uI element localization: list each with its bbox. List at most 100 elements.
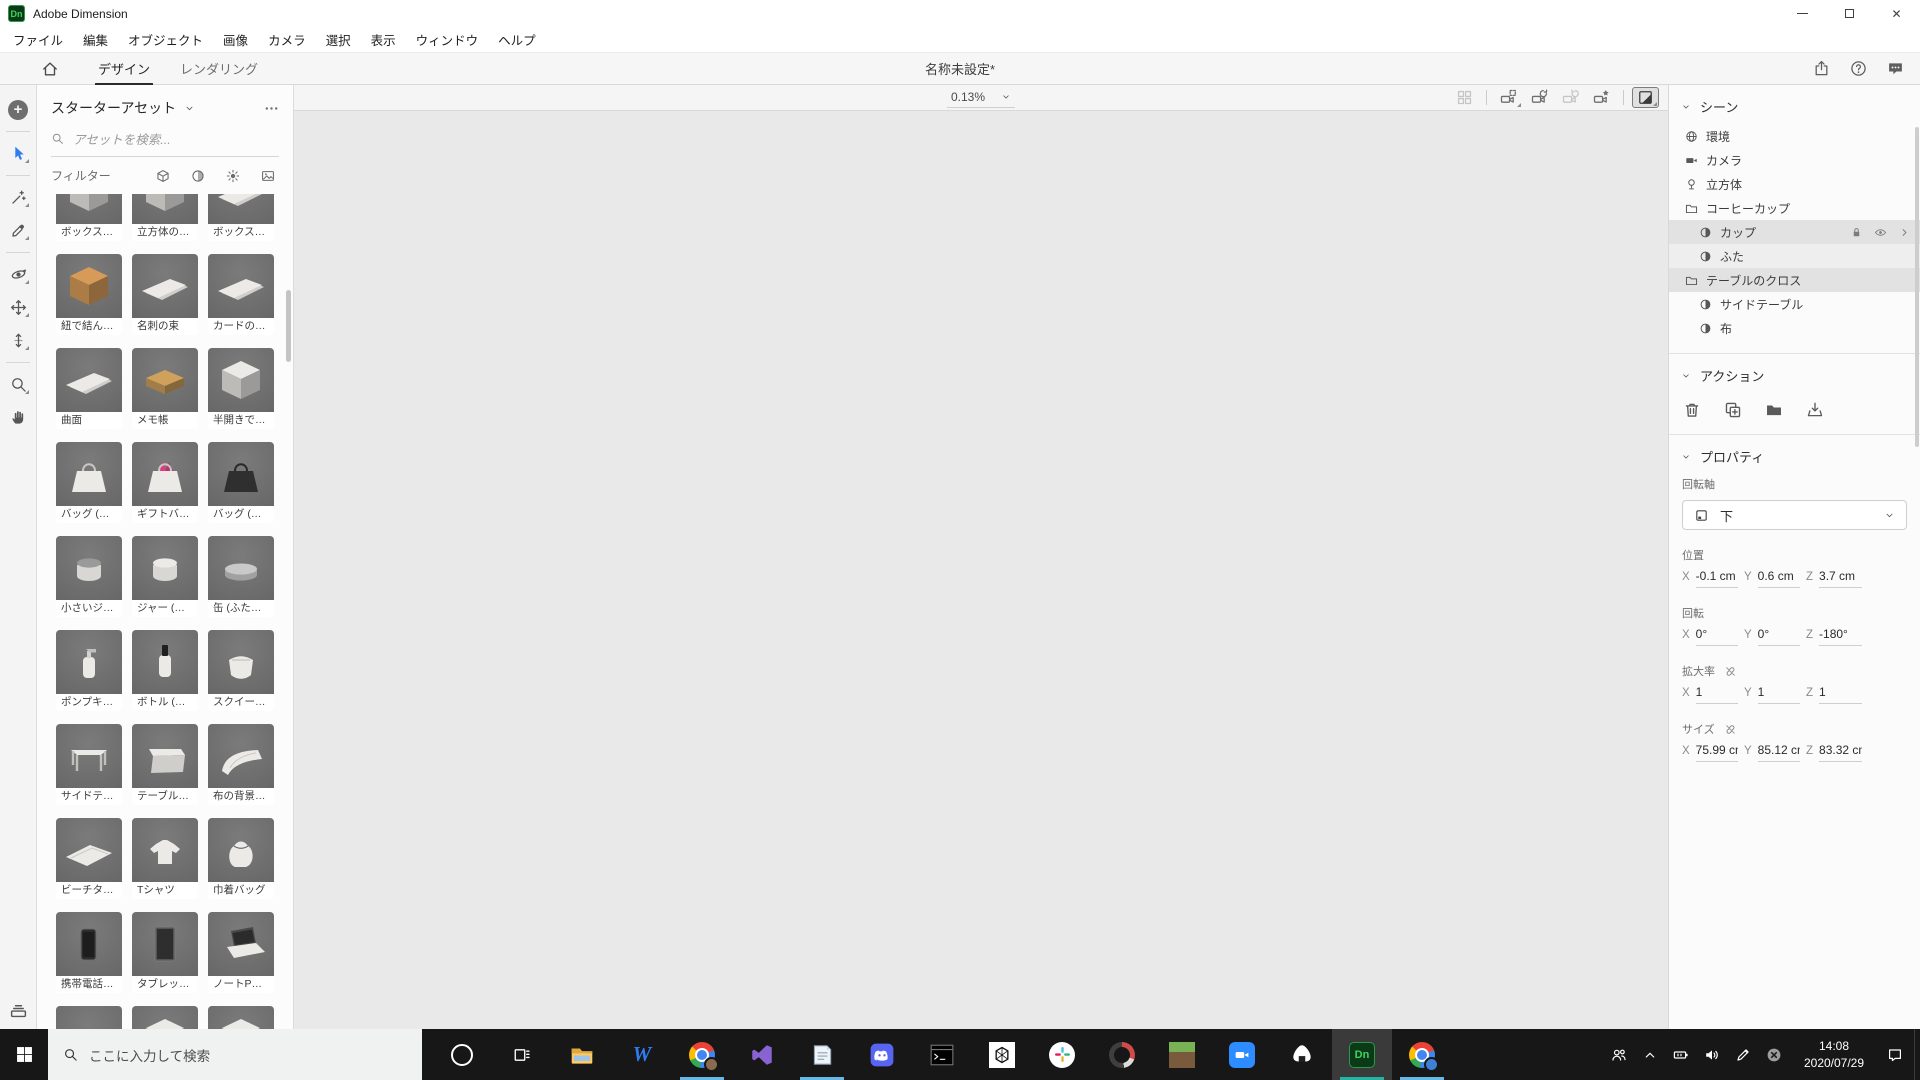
scene-node-3[interactable]: コーヒーカップ xyxy=(1669,196,1920,220)
taskbar-app-unity[interactable] xyxy=(972,1029,1032,1080)
select-tool[interactable] xyxy=(3,137,33,170)
asset-item[interactable]: サイドテ… xyxy=(56,724,122,805)
axis-field-x[interactable]: X -0.1 cm xyxy=(1682,569,1744,588)
axis-field-z[interactable]: Z 83.32 cm xyxy=(1806,743,1868,762)
chevron-down-icon[interactable] xyxy=(184,103,195,114)
tray-people[interactable] xyxy=(1603,1029,1634,1080)
viewport-canvas[interactable] xyxy=(294,111,1668,1029)
asset-item[interactable] xyxy=(132,1006,198,1029)
asset-item[interactable]: 小さいジ… xyxy=(56,536,122,617)
axis-field-x[interactable]: X 0° xyxy=(1682,627,1744,646)
asset-item[interactable]: 缶 (ふた… xyxy=(208,536,274,617)
taskbar-app-adobe-dimension[interactable]: Dn xyxy=(1332,1029,1392,1080)
rotation-axis-select[interactable]: 下 xyxy=(1682,500,1907,530)
axis-field-x[interactable]: X 75.99 cm xyxy=(1682,743,1744,762)
scene-node-5[interactable]: ふた xyxy=(1669,244,1920,268)
axis-field-z[interactable]: Z -180° xyxy=(1806,627,1868,646)
asset-item[interactable]: ノートP… xyxy=(208,912,274,993)
show-desktop-button[interactable] xyxy=(1914,1029,1920,1080)
menu-item-2[interactable]: オブジェクト xyxy=(118,30,213,49)
filter-lights-icon[interactable] xyxy=(226,169,240,183)
taskbar-app-slack[interactable] xyxy=(1032,1029,1092,1080)
properties-section-header[interactable]: プロパティ xyxy=(1669,435,1920,472)
scene-node-2[interactable]: 立方体 xyxy=(1669,172,1920,196)
asset-item[interactable]: カードの… xyxy=(208,254,274,335)
asset-item[interactable]: ビーチタ… xyxy=(56,818,122,899)
menu-item-5[interactable]: 選択 xyxy=(316,30,361,49)
taskbar-app-terminal[interactable] xyxy=(912,1029,972,1080)
asset-item[interactable]: 名刺の束 xyxy=(132,254,198,335)
axis-field-y[interactable]: Y 0.6 cm xyxy=(1744,569,1806,588)
asset-item[interactable]: スクイー… xyxy=(208,630,274,711)
asset-item[interactable]: ボトル (… xyxy=(132,630,198,711)
actions-section-header[interactable]: アクション xyxy=(1669,354,1920,391)
asset-item[interactable]: バッグ (… xyxy=(56,442,122,523)
taskbar-app-chrome-profile-2[interactable] xyxy=(1392,1029,1452,1080)
chevron-right-icon[interactable] xyxy=(1898,226,1911,239)
export-object-icon[interactable] xyxy=(1806,401,1824,419)
lock-icon[interactable] xyxy=(1850,226,1863,239)
asset-item[interactable]: 曲面 xyxy=(56,348,122,429)
dolly-tool[interactable] xyxy=(3,324,33,357)
axis-field-y[interactable]: Y1 xyxy=(1744,685,1806,704)
asset-item[interactable]: テーブル… xyxy=(132,724,198,805)
taskbar-app-notepad[interactable] xyxy=(792,1029,852,1080)
axis-field-x[interactable]: X1 xyxy=(1682,685,1744,704)
taskbar-app-perf-ring-app[interactable] xyxy=(1092,1029,1152,1080)
hand-tool[interactable] xyxy=(3,401,33,434)
zoom-tool[interactable] xyxy=(3,368,33,401)
taskbar-app-task-view[interactable] xyxy=(492,1029,552,1080)
action-center-button[interactable] xyxy=(1879,1029,1910,1080)
asset-item[interactable]: ギフトバ… xyxy=(132,442,198,523)
tray-volume[interactable] xyxy=(1696,1029,1727,1080)
duplicate-object-icon[interactable] xyxy=(1724,401,1742,419)
scene-node-1[interactable]: カメラ xyxy=(1669,148,1920,172)
asset-item[interactable]: 半開きで… xyxy=(208,348,274,429)
zoom-control[interactable]: 0.13% xyxy=(946,87,1016,108)
asset-item[interactable]: ボックス… xyxy=(56,194,122,241)
taskbar-app-discord[interactable] xyxy=(852,1029,912,1080)
asset-item[interactable]: 携帯電話… xyxy=(56,912,122,993)
asset-item[interactable]: タブレッ… xyxy=(132,912,198,993)
menu-item-0[interactable]: ファイル xyxy=(3,30,73,49)
asset-item[interactable]: 布の背景… xyxy=(208,724,274,805)
asset-item[interactable]: 巾着バッグ xyxy=(208,818,274,899)
tab-design[interactable]: デザイン xyxy=(83,53,165,85)
menu-item-3[interactable]: 画像 xyxy=(213,30,258,49)
unlink-icon[interactable] xyxy=(1724,723,1737,736)
menu-item-6[interactable]: 表示 xyxy=(361,30,406,49)
taskbar-app-cortana[interactable] xyxy=(432,1029,492,1080)
tray-battery[interactable] xyxy=(1665,1029,1696,1080)
sampler-tool[interactable] xyxy=(3,214,33,247)
scene-scrollbar[interactable] xyxy=(1915,127,1919,447)
menu-item-8[interactable]: ヘルプ xyxy=(488,30,546,49)
taskbar-app-zoom-app[interactable] xyxy=(1212,1029,1272,1080)
filter-materials-icon[interactable] xyxy=(191,169,205,183)
asset-item[interactable]: メモ帳 xyxy=(132,348,198,429)
scene-node-0[interactable]: 環境 xyxy=(1669,124,1920,148)
axis-field-z[interactable]: Z 3.7 cm xyxy=(1806,569,1868,588)
maximize-button[interactable] xyxy=(1826,0,1873,27)
menu-item-1[interactable]: 編集 xyxy=(73,30,118,49)
menu-item-7[interactable]: ウィンドウ xyxy=(406,30,489,49)
unlink-icon[interactable] xyxy=(1724,665,1737,678)
panel-menu-icon[interactable] xyxy=(264,101,279,116)
pan-tool[interactable] xyxy=(3,291,33,324)
asset-item[interactable]: ジャー (… xyxy=(132,536,198,617)
eye-icon[interactable] xyxy=(1874,226,1887,239)
home-icon[interactable] xyxy=(41,60,59,78)
camera-bookmarks[interactable] xyxy=(1495,87,1522,108)
taskbar-app-chrome-profile-1[interactable] xyxy=(672,1029,732,1080)
minimize-button[interactable] xyxy=(1779,0,1826,27)
asset-item[interactable] xyxy=(208,1006,274,1029)
filter-models-icon[interactable] xyxy=(156,169,170,183)
asset-item[interactable]: 立方体の… xyxy=(132,194,198,241)
axis-field-y[interactable]: Y 0° xyxy=(1744,627,1806,646)
menu-item-4[interactable]: カメラ xyxy=(258,30,316,49)
assets-scrollbar[interactable] xyxy=(286,290,291,362)
taskbar-app-minecraft[interactable] xyxy=(1152,1029,1212,1080)
taskbar-clock[interactable]: 14:08 2020/07/29 xyxy=(1789,1038,1879,1072)
tray-pen[interactable] xyxy=(1727,1029,1758,1080)
asset-item[interactable] xyxy=(56,1006,122,1029)
undo-camera-move[interactable] xyxy=(1526,87,1553,108)
